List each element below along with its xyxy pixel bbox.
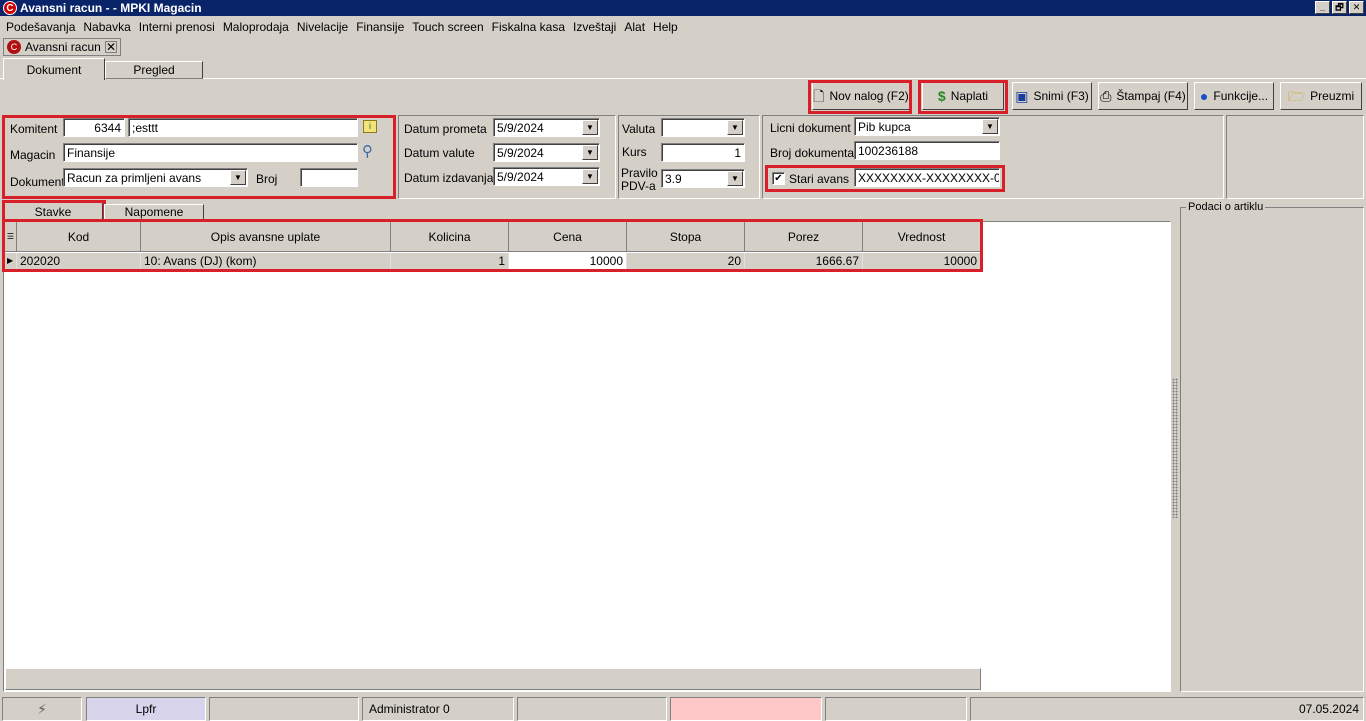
licni-dokument-value: Pib kupca: [858, 120, 911, 134]
status-user: Administrator 0: [362, 697, 514, 721]
valuta-select[interactable]: ▼: [661, 118, 745, 137]
close-window-button[interactable]: ✕: [1349, 1, 1364, 14]
tab-dokument-label: Dokument: [26, 62, 82, 77]
tab-napomene-label: Napomene: [124, 205, 184, 219]
datum-valute-label: Datum valute: [404, 146, 475, 160]
valuta-select-value: [662, 119, 726, 136]
status-empty-1: [209, 697, 359, 721]
pravilo-pdv-select[interactable]: 3.9 ▼: [661, 169, 745, 188]
datum-prometa-label: Datum prometa: [404, 122, 487, 136]
document-logo-icon: C: [7, 40, 21, 54]
kurs-label: Kurs: [622, 145, 647, 159]
pravilo-label-line1: Pravilo: [621, 166, 658, 180]
datum-izdavanja-value: 5/9/2024: [497, 170, 544, 184]
menu-izvestaji[interactable]: Izveštaji: [573, 20, 616, 34]
menu-bar: Podešavanja Nabavka Interni prenosi Malo…: [0, 17, 686, 37]
menu-nabavka[interactable]: Nabavka: [83, 20, 130, 34]
printer-icon: ⎙: [1100, 88, 1112, 104]
restore-button[interactable]: 🗗: [1332, 1, 1347, 14]
help-circle-icon: ●: [1199, 88, 1209, 104]
chevron-down-icon[interactable]: ▼: [727, 171, 743, 186]
podaci-o-artiklu-panel: [1180, 207, 1364, 692]
chevron-down-icon[interactable]: ▼: [582, 120, 598, 135]
status-alert-cell: [670, 697, 822, 721]
horizontal-scrollbar[interactable]: [5, 668, 981, 690]
user-label: Administrator 0: [369, 702, 450, 716]
side-panel-title: Podaci o artiklu: [1186, 201, 1266, 213]
tab-divider: [0, 78, 1366, 79]
status-empty-2: [517, 697, 667, 721]
licni-dokument-label: Licni dokument: [770, 121, 851, 135]
tab-dokument[interactable]: Dokument: [3, 58, 105, 80]
datum-prometa-value: 5/9/2024: [497, 121, 544, 135]
menu-interni-prenosi[interactable]: Interni prenosi: [139, 20, 215, 34]
menu-help[interactable]: Help: [653, 20, 678, 34]
lpfr-label: Lpfr: [135, 702, 157, 716]
menu-nivelacije[interactable]: Nivelacije: [297, 20, 348, 34]
status-empty-3: [825, 697, 967, 721]
stampaj-label: Štampaj (F4): [1116, 89, 1186, 103]
empty-group: [1226, 115, 1364, 199]
tab-napomene[interactable]: Napomene: [104, 204, 204, 220]
window-title: Avansni racun - - MPKI Magacin: [20, 1, 202, 15]
highlight-stari-avans: [765, 165, 1005, 192]
highlight-komitent-group: [2, 115, 396, 199]
snimi-button[interactable]: ▣ Snimi (F3): [1012, 82, 1092, 110]
menu-alat[interactable]: Alat: [624, 20, 645, 34]
chevron-down-icon[interactable]: ▼: [727, 120, 743, 135]
menu-touch-screen[interactable]: Touch screen: [412, 20, 483, 34]
highlight-naplati: [918, 80, 1008, 114]
app-logo-icon: C: [3, 1, 17, 15]
snimi-label: Snimi (F3): [1033, 89, 1089, 103]
status-date: 07.05.2024: [970, 697, 1364, 721]
document-tab[interactable]: C Avansni racun ✕: [3, 38, 121, 56]
folder-open-icon: 🗁: [1287, 88, 1306, 104]
datum-prometa-picker[interactable]: 5/9/2024 ▼: [493, 118, 600, 137]
preuzmi-button[interactable]: 🗁 Preuzmi: [1280, 82, 1362, 110]
close-tab-icon[interactable]: ✕: [105, 41, 117, 53]
licni-dokument-select[interactable]: Pib kupca ▼: [854, 117, 1000, 136]
kurs-field[interactable]: 1: [661, 143, 745, 162]
status-connection-cell[interactable]: ⚡: [2, 697, 82, 721]
chevron-down-icon[interactable]: ▼: [982, 119, 998, 134]
floppy-save-icon: ▣: [1015, 88, 1029, 104]
menu-finansije[interactable]: Finansije: [356, 20, 404, 34]
funkcije-label: Funkcije...: [1213, 89, 1269, 103]
highlight-grid: [2, 219, 983, 272]
datum-izdavanja-label: Datum izdavanja: [404, 171, 494, 185]
chevron-down-icon[interactable]: ▼: [582, 169, 598, 184]
tab-pregled[interactable]: Pregled: [105, 61, 203, 79]
datum-valute-picker[interactable]: 5/9/2024 ▼: [493, 143, 600, 162]
datum-valute-value: 5/9/2024: [497, 146, 544, 160]
preuzmi-label: Preuzmi: [1310, 89, 1355, 103]
chevron-down-icon[interactable]: ▼: [582, 145, 598, 160]
highlight-nov-nalog: [808, 80, 912, 114]
date-label: 07.05.2024: [1298, 702, 1359, 716]
funkcije-button[interactable]: ● Funkcije...: [1194, 82, 1274, 110]
status-lpfr[interactable]: Lpfr: [86, 697, 206, 721]
menu-maloprodaja[interactable]: Maloprodaja: [223, 20, 289, 34]
minimize-button[interactable]: _: [1315, 1, 1330, 14]
title-bar: C Avansni racun - - MPKI Magacin _ 🗗 ✕: [0, 0, 1366, 16]
broj-dokumenta-label: Broj dokumenta: [770, 146, 855, 160]
stavke-grid[interactable]: ☰ Kod Opis avansne uplate Kolicina Cena …: [3, 221, 1171, 692]
menu-fiskalna-kasa[interactable]: Fiskalna kasa: [492, 20, 565, 34]
stampaj-button[interactable]: ⎙ Štampaj (F4): [1098, 82, 1188, 110]
menu-podesavanja[interactable]: Podešavanja: [6, 20, 75, 34]
valuta-label: Valuta: [622, 122, 656, 136]
pravilo-pdv-value: 3.9: [665, 172, 682, 186]
datum-izdavanja-picker[interactable]: 5/9/2024 ▼: [493, 167, 600, 186]
network-icon: ⚡: [37, 700, 47, 717]
document-tab-label: Avansni racun: [25, 40, 101, 54]
splitter-handle[interactable]: [1172, 378, 1178, 518]
tab-pregled-label: Pregled: [133, 63, 175, 77]
pravilo-label-line2: PDV-a: [621, 179, 656, 193]
broj-dokumenta-field[interactable]: 100236188: [854, 141, 1000, 160]
